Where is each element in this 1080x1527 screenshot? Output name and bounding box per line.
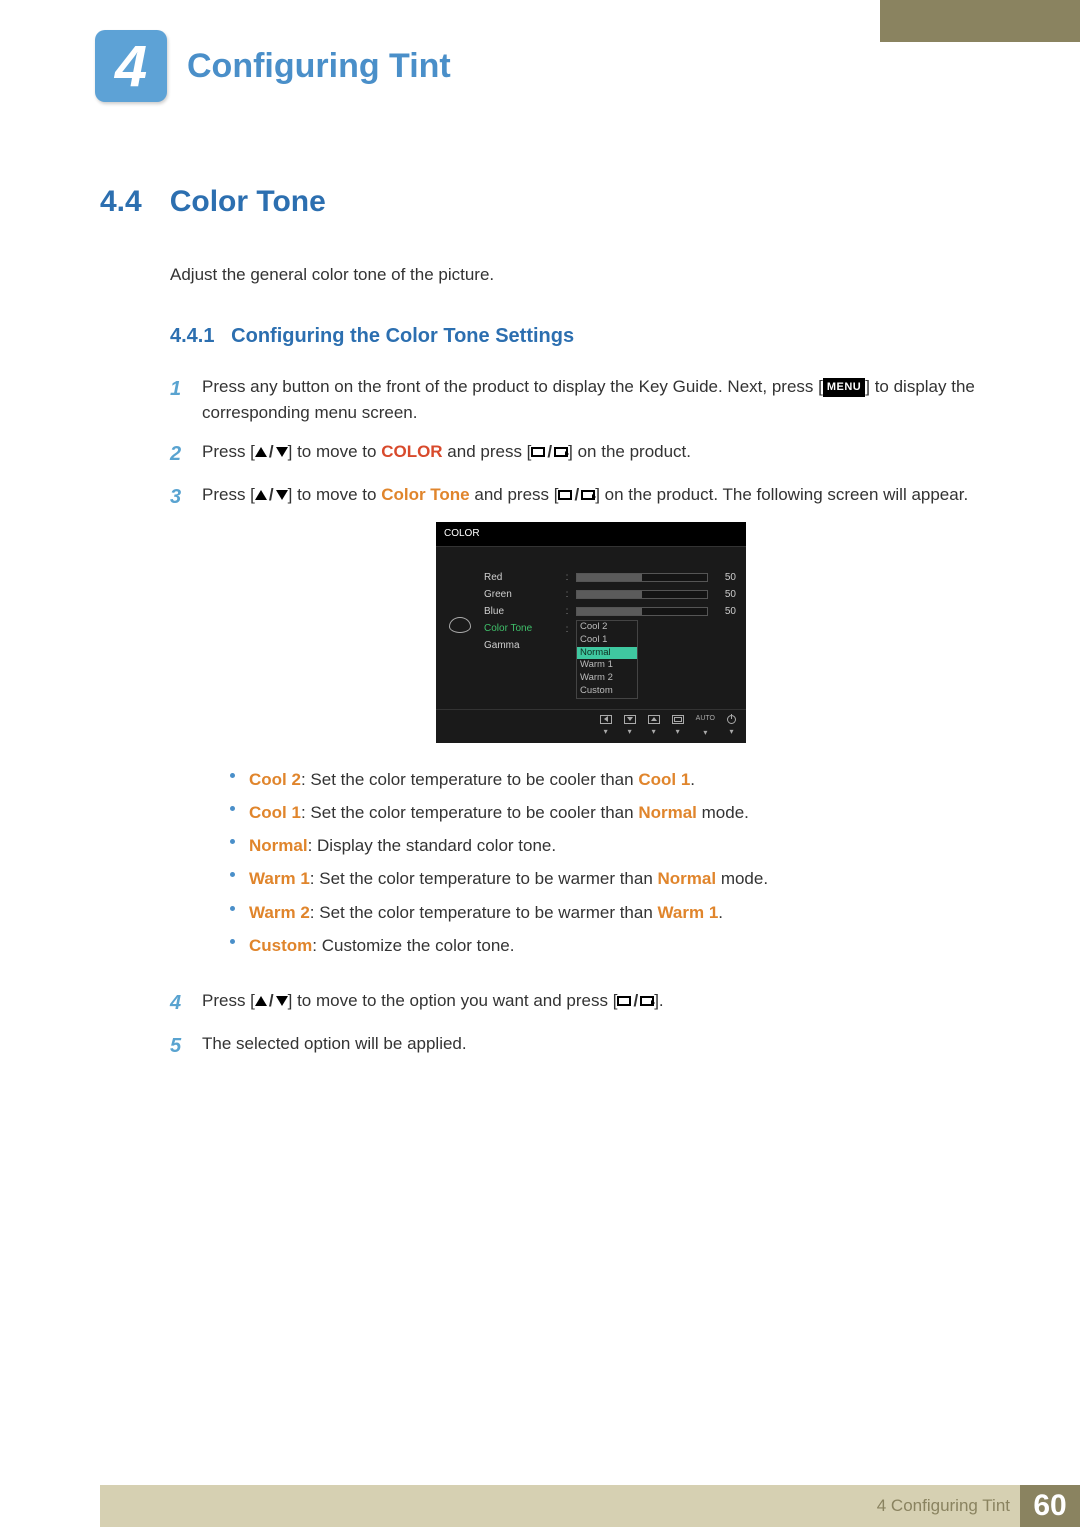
osd-value-blue: 50	[714, 602, 736, 621]
menu-button-icon: MENU	[823, 378, 865, 397]
bullet-custom: Custom: Customize the color tone.	[230, 929, 980, 962]
osd-dd-normal: Normal	[577, 647, 637, 660]
select-enter-icon: /	[531, 439, 568, 465]
step-text: Press any button on the front of the pro…	[202, 377, 823, 396]
step-number: 4	[170, 988, 188, 1019]
highlight-color: COLOR	[381, 442, 442, 461]
osd-dd-custom: Custom	[577, 685, 637, 698]
osd-screenshot: COLOR Red Green Blue Color Tone Gamma	[436, 522, 746, 743]
osd-slider-red	[576, 573, 708, 582]
subsection-heading: 4.4.1 Configuring the Color Tone Setting…	[170, 325, 980, 348]
step-text: ].	[654, 991, 663, 1010]
step-text: ] on the product. The following screen w…	[595, 485, 968, 504]
chapter-title: Configuring Tint	[187, 47, 451, 86]
footer-text: 4 Configuring Tint	[877, 1496, 1010, 1516]
osd-slider-green	[576, 590, 708, 599]
osd-palette-icon	[446, 569, 474, 699]
bullet-warm1: Warm 1: Set the color temperature to be …	[230, 862, 980, 895]
step-4: 4 Press [/] to move to the option you wa…	[170, 988, 980, 1019]
bullet-cool1: Cool 1: Set the color temperature to be …	[230, 796, 980, 829]
step-text: and press [	[443, 442, 532, 461]
chapter-header: 4 Configuring Tint	[95, 30, 451, 102]
step-number: 5	[170, 1031, 188, 1062]
bullet-normal: Normal: Display the standard color tone.	[230, 829, 980, 862]
option-bullets: Cool 2: Set the color temperature to be …	[230, 763, 980, 962]
section-title: Color Tone	[170, 185, 326, 219]
osd-down-icon: ▾	[624, 715, 636, 738]
up-down-arrows-icon: /	[255, 439, 288, 465]
step-number: 2	[170, 439, 188, 470]
highlight-colortone: Color Tone	[381, 485, 469, 504]
subsection-title: Configuring the Color Tone Settings	[231, 325, 574, 347]
select-enter-icon: /	[617, 988, 654, 1014]
step-number: 1	[170, 374, 188, 427]
steps-list: 1 Press any button on the front of the p…	[170, 374, 980, 1062]
osd-enter-icon: ▾	[672, 715, 684, 738]
osd-label-gamma: Gamma	[484, 636, 520, 655]
step-text: Press [	[202, 485, 255, 504]
step-text: ] on the product.	[568, 442, 691, 461]
step-5: 5 The selected option will be applied.	[170, 1031, 980, 1062]
osd-up-icon: ▾	[648, 715, 660, 738]
subsection-number: 4.4.1	[170, 325, 214, 347]
osd-auto-label: AUTO▾	[696, 714, 715, 739]
step-text: Press [	[202, 442, 255, 461]
osd-back-icon: ▾	[600, 715, 612, 738]
osd-dropdown-colortone: Cool 2 Cool 1 Normal Warm 1 Warm 2 Custo…	[576, 620, 638, 699]
osd-dd-cool2: Cool 2	[577, 621, 637, 634]
osd-power-icon: ▾	[727, 715, 736, 738]
step-text: ] to move to the option you want and pre…	[288, 991, 618, 1010]
step-text: The selected option will be applied.	[202, 1031, 980, 1062]
section-number: 4.4	[100, 185, 142, 219]
osd-dd-warm2: Warm 2	[577, 672, 637, 685]
step-1: 1 Press any button on the front of the p…	[170, 374, 980, 427]
osd-dd-cool1: Cool 1	[577, 634, 637, 647]
osd-slider-blue	[576, 607, 708, 616]
page-footer: 4 Configuring Tint 60	[100, 1485, 1080, 1527]
step-text: Press [	[202, 991, 255, 1010]
osd-title: COLOR	[436, 522, 746, 547]
step-text: ] to move to	[288, 442, 382, 461]
bullet-cool2: Cool 2: Set the color temperature to be …	[230, 763, 980, 796]
section-intro: Adjust the general color tone of the pic…	[170, 265, 980, 285]
step-text: and press [	[470, 485, 559, 504]
page-content: 4.4 Color Tone Adjust the general color …	[100, 185, 980, 1074]
step-text: ] to move to	[288, 485, 382, 504]
up-down-arrows-icon: /	[255, 988, 288, 1014]
bullet-warm2: Warm 2: Set the color temperature to be …	[230, 896, 980, 929]
osd-footer-icons: ▾ ▾ ▾ ▾ AUTO▾ ▾	[436, 709, 746, 739]
section-heading: 4.4 Color Tone	[100, 185, 980, 219]
chapter-number-badge: 4	[95, 30, 167, 102]
select-enter-icon: /	[558, 482, 595, 508]
osd-dd-warm1: Warm 1	[577, 659, 637, 672]
step-3: 3 Press [/] to move to Color Tone and pr…	[170, 482, 980, 976]
up-down-arrows-icon: /	[255, 482, 288, 508]
page-number: 60	[1020, 1485, 1080, 1527]
top-accent-bar	[880, 0, 1080, 42]
step-number: 3	[170, 482, 188, 976]
step-2: 2 Press [/] to move to COLOR and press […	[170, 439, 980, 470]
